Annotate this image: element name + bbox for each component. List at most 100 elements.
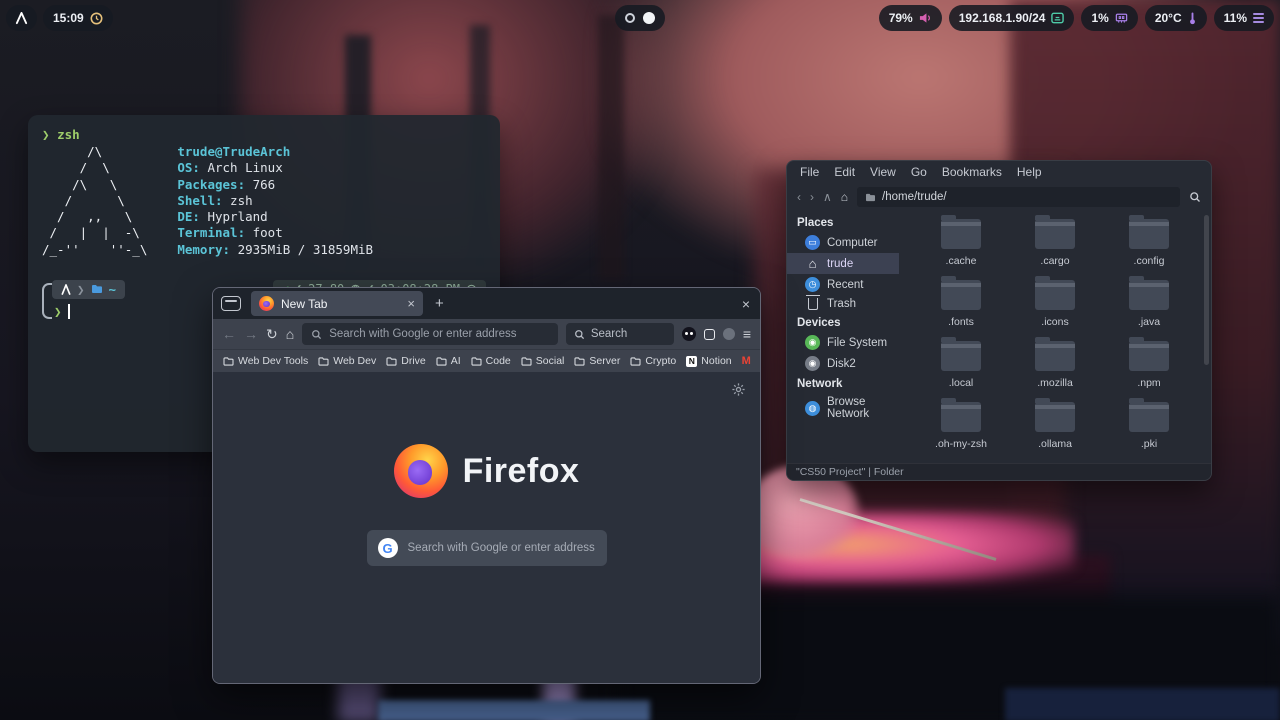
fetch-label: DE: xyxy=(177,209,200,224)
workspace-dot-inactive[interactable] xyxy=(625,13,635,23)
new-tab-button[interactable]: + xyxy=(435,295,444,312)
bookmark-folder[interactable]: Code xyxy=(471,355,511,367)
app-menu-icon[interactable]: ≡ xyxy=(743,327,751,341)
selection-info: "CS50 Project" | Folder xyxy=(796,466,904,478)
gmail-icon[interactable]: M xyxy=(742,355,751,367)
temperature-widget[interactable]: 20°C xyxy=(1145,5,1207,31)
file-item[interactable]: .fonts xyxy=(914,280,1008,328)
folder-icon xyxy=(941,402,981,432)
nav-up-button[interactable]: ∧ xyxy=(823,190,832,204)
nav-back-button[interactable]: ‹ xyxy=(797,190,801,204)
folder-icon xyxy=(1129,219,1169,249)
vertical-scrollbar[interactable] xyxy=(1204,215,1209,365)
nav-forward-button[interactable]: › xyxy=(810,190,814,204)
personalize-gear-icon[interactable] xyxy=(731,382,746,397)
input-prompt-glyph: ❯ xyxy=(54,304,62,319)
launcher-button[interactable] xyxy=(6,5,37,31)
sidebar-item-filesystem[interactable]: ◉File System xyxy=(787,332,899,353)
file-item[interactable]: .mozilla xyxy=(1008,341,1102,389)
fetch-label: Packages: xyxy=(177,177,245,192)
fetch-value: zsh xyxy=(223,193,253,208)
menu-view[interactable]: View xyxy=(870,165,896,179)
file-item[interactable]: .icons xyxy=(1008,280,1102,328)
folder-icon xyxy=(1129,280,1169,310)
disk-icon: ◉ xyxy=(805,356,820,371)
menu-help[interactable]: Help xyxy=(1017,165,1042,179)
file-item[interactable]: .npm xyxy=(1102,341,1196,389)
folder-icon xyxy=(1035,341,1075,371)
fetch-label: Shell: xyxy=(177,193,222,208)
file-item[interactable]: .config xyxy=(1102,219,1196,267)
sidebar-label: Computer xyxy=(827,237,878,249)
sidebar-item-recent[interactable]: ◷Recent xyxy=(787,274,899,295)
sidebar-item-computer[interactable]: ▭Computer xyxy=(787,232,899,253)
url-bar[interactable]: Search with Google or enter address xyxy=(302,323,558,345)
memory-widget[interactable]: 1% xyxy=(1081,5,1137,31)
prompt-bracket xyxy=(42,283,52,319)
bookmark-folder[interactable]: Server xyxy=(574,355,620,367)
file-item[interactable]: .cargo xyxy=(1008,219,1102,267)
menu-edit[interactable]: Edit xyxy=(834,165,855,179)
sidebar-item-home[interactable]: ⌂trude xyxy=(787,253,899,274)
file-name: .cache xyxy=(946,255,977,267)
bookmark-folder-icon xyxy=(574,357,585,366)
file-name: .cargo xyxy=(1040,255,1069,267)
bookmark-folder[interactable]: Web Dev Tools xyxy=(223,355,308,367)
clock-widget[interactable]: 15:09 xyxy=(43,5,113,31)
menu-bookmarks[interactable]: Bookmarks xyxy=(942,165,1002,179)
workspace-indicator[interactable] xyxy=(615,5,665,31)
network-widget[interactable]: 192.168.1.90/24 xyxy=(949,5,1075,31)
firefox-window[interactable]: New Tab × + × ← → ↻ ⌂ Search with Google… xyxy=(212,287,761,684)
fetch-user-host: trude@TrudeArch xyxy=(177,144,290,159)
tab-close-icon[interactable]: × xyxy=(407,296,415,311)
file-item[interactable]: .pki xyxy=(1102,402,1196,450)
prompt-separator: ❯ xyxy=(77,282,85,297)
extension-icon[interactable] xyxy=(704,329,715,340)
file-manager-sidebar: Places ▭Computer ⌂trude ◷Recent Trash De… xyxy=(787,211,899,463)
folder-icon xyxy=(91,284,103,294)
bookmark-folder[interactable]: Web Dev xyxy=(318,355,376,367)
bookmark-folder[interactable]: AI xyxy=(436,355,461,367)
volume-widget[interactable]: 79% xyxy=(879,5,942,31)
privacy-extension-icon[interactable] xyxy=(682,327,696,341)
firefox-view-icon[interactable] xyxy=(221,296,241,311)
file-item[interactable]: .local xyxy=(914,341,1008,389)
window-close-icon[interactable]: × xyxy=(742,296,750,312)
file-item[interactable]: .cache xyxy=(914,219,1008,267)
tab-new-tab[interactable]: New Tab × xyxy=(251,291,423,316)
bookmark-folder[interactable]: Drive xyxy=(386,355,426,367)
clock-icon xyxy=(90,12,103,25)
file-item[interactable]: .java xyxy=(1102,280,1196,328)
battery-menu-widget[interactable]: 11% xyxy=(1214,5,1274,31)
start-page-search-box[interactable]: G Search with Google or enter address xyxy=(367,530,607,566)
forward-button[interactable]: → xyxy=(244,327,258,341)
bookmark-notion[interactable]: NNotion xyxy=(686,355,731,367)
file-item[interactable]: .oh-my-zsh xyxy=(914,402,1008,450)
bookmark-label: Web Dev Tools xyxy=(238,355,308,367)
menu-go[interactable]: Go xyxy=(911,165,927,179)
nav-home-button[interactable]: ⌂ xyxy=(841,190,848,204)
file-name: .mozilla xyxy=(1037,377,1073,389)
home-button[interactable]: ⌂ xyxy=(286,327,294,341)
new-tab-page: Firefox G Search with Google or enter ad… xyxy=(213,372,760,683)
sidebar-item-disk2[interactable]: ◉Disk2 xyxy=(787,353,899,374)
file-manager-window[interactable]: File Edit View Go Bookmarks Help ‹ › ∧ ⌂… xyxy=(786,160,1212,481)
folder-icon xyxy=(1035,219,1075,249)
ethernet-icon xyxy=(1051,12,1064,24)
account-icon[interactable] xyxy=(723,328,735,340)
reload-button[interactable]: ↻ xyxy=(266,327,278,341)
bookmark-folder[interactable]: Crypto xyxy=(630,355,676,367)
menu-file[interactable]: File xyxy=(800,165,819,179)
bookmark-folder-icon xyxy=(630,357,641,366)
search-bar[interactable]: Search xyxy=(566,323,674,345)
search-icon[interactable] xyxy=(1189,191,1201,203)
file-item[interactable]: .ollama xyxy=(1008,402,1102,450)
memory-value: 1% xyxy=(1091,11,1108,25)
path-bar[interactable]: /home/trude/ xyxy=(857,187,1180,207)
fetch-value: foot xyxy=(245,225,283,240)
sidebar-item-trash[interactable]: Trash xyxy=(787,295,899,313)
bookmark-folder[interactable]: Social xyxy=(521,355,565,367)
workspace-dot-active[interactable] xyxy=(643,12,655,24)
sidebar-item-browse-network[interactable]: ◍Browse Network xyxy=(787,393,899,423)
back-button[interactable]: ← xyxy=(222,327,236,341)
